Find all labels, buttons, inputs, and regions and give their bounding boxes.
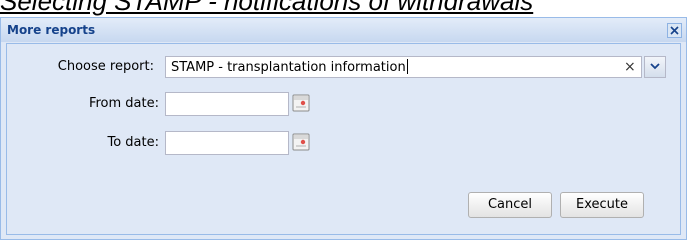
close-button[interactable] [667, 23, 682, 38]
report-select[interactable]: STAMP - transplantation information × [165, 56, 642, 78]
calendar-icon [292, 94, 310, 112]
close-icon [670, 26, 679, 35]
report-dropdown-button[interactable] [644, 56, 666, 78]
from-date-label: From date: [88, 96, 159, 111]
from-date-picker-button[interactable] [292, 94, 310, 112]
calendar-icon [292, 133, 310, 151]
more-reports-dialog: More reports Choose report: STAMP - tran… [0, 17, 687, 240]
cancel-button[interactable]: Cancel [468, 192, 552, 218]
page-caption: Selecting STAMP - notifications of withd… [0, 0, 534, 16]
clear-icon[interactable]: × [624, 58, 636, 76]
chevron-down-icon [650, 63, 660, 70]
execute-button[interactable]: Execute [560, 192, 644, 218]
from-date-field[interactable] [165, 92, 289, 116]
to-date-field[interactable] [165, 131, 289, 155]
report-form-panel: Choose report: STAMP - transplantation i… [6, 43, 681, 235]
dialog-title: More reports [7, 23, 96, 37]
to-date-picker-button[interactable] [292, 133, 310, 151]
to-date-label: To date: [107, 135, 159, 150]
report-select-value: STAMP - transplantation information [171, 59, 408, 75]
dialog-titlebar[interactable]: More reports [1, 18, 686, 42]
choose-report-label: Choose report: [57, 59, 154, 74]
